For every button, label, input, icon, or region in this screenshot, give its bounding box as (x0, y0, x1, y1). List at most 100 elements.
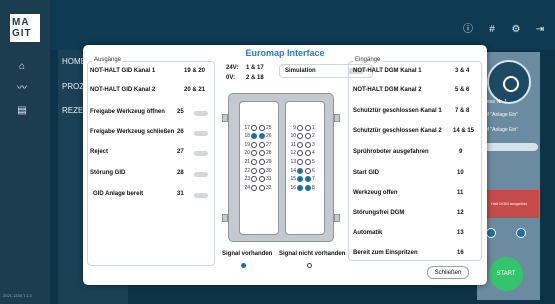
pin-number: 16 (290, 184, 296, 191)
pin-indicator (251, 141, 257, 148)
input-label-8: Störungsfrei DGM (353, 210, 405, 216)
output-pins-2: 20 & 21 (184, 87, 206, 93)
input-label-5: Sprühroboter ausgefahren (353, 149, 429, 155)
pin-indicator (259, 150, 265, 157)
connector-pin-row: 16 8 (287, 184, 321, 191)
connector-pin-row: 20 28 (241, 150, 275, 157)
input-label-6: Start GID (353, 170, 380, 176)
output-toggle-5[interactable] (194, 151, 208, 156)
pin-number: 21 (244, 158, 250, 165)
input-pins-2: 5 & 6 (455, 87, 470, 93)
pin-indicator (297, 133, 303, 140)
pin-number: 7 (312, 176, 315, 183)
output-label-3: Freigabe Werkzeug öffnen (90, 109, 165, 115)
pin-number: 19 (244, 141, 250, 148)
pin-indicator (259, 167, 265, 174)
pin-number: 4 (312, 150, 315, 157)
pin-number: 24 (244, 184, 250, 191)
input-label-9: Automatik (353, 230, 383, 236)
input-pins-9: 13 (457, 230, 464, 236)
pin-number: 32 (266, 184, 272, 191)
nav-item-process[interactable]: PROZ (62, 82, 84, 91)
output-label-6: Störung GID (90, 170, 126, 176)
pin-indicator (259, 158, 265, 165)
process-chart-icon[interactable]: 〰 (15, 82, 29, 96)
output-pins-4: 26 (177, 129, 184, 135)
indicator-dot-2 (516, 228, 526, 238)
pin-number: 22 (244, 167, 250, 174)
power-0v-label: 0V: (226, 75, 236, 81)
pin-number: 20 (244, 150, 250, 157)
connector-pin-row: 17 25 (241, 124, 275, 131)
connector-pin-row: 24 32 (241, 184, 275, 191)
output-label-5: Reject (90, 149, 109, 155)
pin-indicator (297, 184, 303, 191)
simulation-label: Simulation (285, 68, 316, 74)
pin-indicator (305, 124, 311, 131)
pin-number: 6 (312, 167, 315, 174)
connector-tab (222, 214, 228, 222)
input-label-4: Schutztür geschlossen Kanal 2 (353, 128, 442, 134)
output-pins-7: 31 (177, 191, 184, 197)
output-toggle-3[interactable] (194, 111, 208, 116)
close-button[interactable]: Schließen (427, 266, 469, 279)
pin-indicator (297, 167, 303, 174)
logout-icon[interactable]: ⇥ (534, 24, 546, 36)
dialog-title: Euromap Interface (245, 48, 325, 58)
connector-pin-row: 91 (287, 124, 321, 131)
pin-number: 26 (266, 133, 272, 140)
pin-indicator (305, 167, 311, 174)
pin-number: 9 (293, 124, 296, 131)
connector-pin-row: 23 31 (241, 176, 275, 183)
home-icon[interactable]: ⌂ (15, 60, 29, 74)
status-dial (487, 60, 531, 104)
pin-number: 30 (266, 167, 272, 174)
indicator-dot-1 (486, 228, 496, 238)
input-pins-5: 9 (459, 149, 463, 155)
legend-absent-dot (307, 263, 312, 268)
output-toggle-4[interactable] (194, 131, 208, 136)
pin-indicator (251, 167, 257, 174)
connector-pin-row: 19 27 (241, 141, 275, 148)
pin-indicator (305, 133, 311, 140)
input-label-3: Schutztür geschlossen Kanal 1 (353, 108, 442, 114)
input-pins-10: 16 (457, 250, 464, 256)
pin-indicator (305, 176, 311, 183)
pin-number: 1 (312, 124, 315, 131)
pin-number: 14 (290, 167, 296, 174)
power-0v-pins: 2 & 18 (246, 75, 264, 81)
pin-number: 23 (244, 176, 250, 183)
output-toggle-6[interactable] (194, 172, 208, 177)
status-line-2: auf "Anlage Ein" (482, 112, 519, 118)
pin-number: 17 (244, 124, 250, 131)
pin-indicator (305, 184, 311, 191)
app-logo: MA GIT (10, 14, 40, 42)
pin-indicator (251, 133, 257, 140)
app-sidebar: MA GIT ⌂ 〰 ▤ 2021.1234 T.1.3 (0, 0, 50, 304)
start-button[interactable]: START (489, 257, 523, 291)
output-toggle-7[interactable] (194, 193, 208, 198)
status-bar (480, 143, 538, 151)
pin-indicator (251, 184, 257, 191)
connector-block-left: 17 25 18 26 19 27 20 28 21 29 22 30 23 31 24 32 (239, 101, 279, 235)
pin-indicator (305, 141, 311, 148)
input-pins-6: 10 (457, 170, 464, 176)
warning-badge: Halt DGM ausgelöst (479, 190, 539, 218)
connector-pin-row: 10 2 (287, 133, 321, 140)
input-pins-7: 11 (457, 190, 464, 196)
recipe-icon[interactable]: ▤ (15, 104, 29, 118)
nav-item-recipe[interactable]: REZE (62, 106, 83, 115)
gear-icon[interactable]: ⚙ (510, 24, 522, 36)
output-pins-6: 28 (177, 170, 184, 176)
connector-pin-row: 15 7 (287, 176, 321, 183)
info-icon[interactable]: ⓘ (462, 24, 474, 36)
pin-number: 13 (290, 158, 296, 165)
pin-indicator (297, 124, 303, 131)
connector-pin-row: 13 5 (287, 158, 321, 165)
grid-icon[interactable]: # (486, 24, 498, 36)
connector-pin-row: 12 4 (287, 150, 321, 157)
pin-indicator (297, 150, 303, 157)
connector-pin-row: 22 30 (241, 167, 275, 174)
legend-present-label: Signal vorhanden (222, 251, 273, 257)
euromap-connector: 17 25 18 26 19 27 20 28 21 29 22 30 23 31 24 32 9 1 10 2 11… (222, 93, 340, 242)
